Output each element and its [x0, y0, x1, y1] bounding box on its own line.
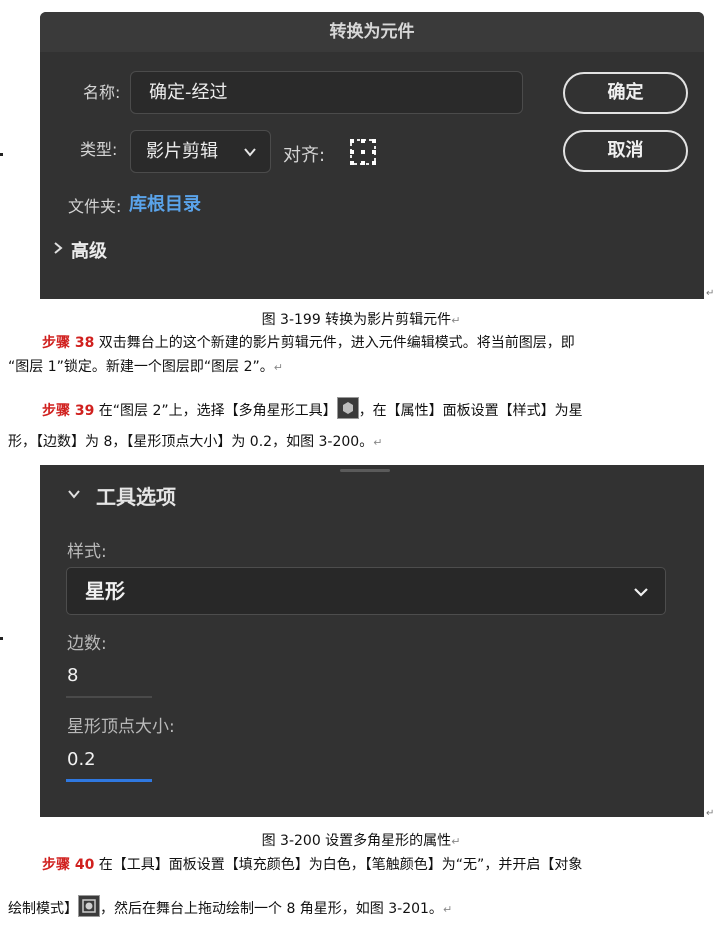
return-mark: ↵ [442, 903, 453, 916]
step-text: 在【工具】面板设置【填充颜色】为白色，【笔触颜色】为“无”，并开启【对象 [94, 857, 583, 873]
step-text: “图层 1”锁定。新建一个图层即“图层 2”。 [8, 359, 274, 375]
chevron-down-icon [634, 588, 648, 597]
return-mark: ↵ [706, 288, 715, 299]
star-point-size-input[interactable]: 0.2 [67, 749, 96, 770]
chevron-down-icon [244, 148, 256, 157]
folder-label: 文件夹: [68, 197, 122, 216]
object-drawing-mode-icon [78, 895, 100, 917]
margin-mark [0, 153, 3, 156]
polystar-tool-icon [336, 397, 359, 419]
dialog-title: 转换为元件 [40, 12, 704, 52]
style-select-value: 星形 [85, 579, 125, 603]
return-mark: ↵ [451, 314, 461, 327]
step-text: 双击舞台上的这个新建的影片剪辑元件，进入元件编辑模式。将当前图层，即 [94, 335, 575, 351]
step-text: 形，【边数】为 8，【星形顶点大小】为 0.2，如图 3-200。 [8, 434, 374, 450]
registration-grid-icon[interactable] [348, 137, 378, 167]
name-label: 名称: [83, 83, 121, 102]
step-label: 步骤 38 [42, 335, 95, 351]
type-label: 类型: [80, 140, 118, 159]
step-38-paragraph: 步骤 38 双击舞台上的这个新建的影片剪辑元件，进入元件编辑模式。将当前图层，即… [8, 331, 708, 380]
return-mark: ↵ [451, 835, 461, 848]
step-text: ，在【属性】面板设置【样式】为星 [358, 403, 583, 419]
panel-grip[interactable] [340, 469, 390, 472]
tool-options-panel: 工具选项 样式: 星形 边数: 8 星形顶点大小: 0.2 [40, 465, 704, 817]
star-point-size-label: 星形顶点大小: [67, 717, 175, 737]
chevron-right-icon[interactable] [52, 241, 64, 255]
style-select[interactable]: 星形 [66, 567, 666, 615]
step-text: ，然后在舞台上拖动绘制一个 8 角星形，如图 3-201。 [100, 901, 443, 917]
step-39-paragraph: 步骤 39 在“图层 2”上，选择【多角星形工具】 ，在【属性】面板设置【样式】为… [8, 397, 708, 455]
style-label: 样式: [67, 542, 107, 562]
figure-caption: 图 3-200 设置多角星形的属性↵ [0, 830, 722, 850]
step-text: 绘制模式】 [8, 901, 78, 917]
step-label: 步骤 40 [42, 857, 95, 873]
advanced-toggle[interactable]: 高级 [71, 237, 107, 263]
figure-caption: 图 3-199 转换为影片剪辑元件↵ [0, 309, 722, 329]
align-label: 对齐: [283, 145, 326, 166]
step-text: 在“图层 2”上，选择【多角星形工具】 [94, 403, 337, 419]
chevron-down-icon[interactable] [67, 488, 81, 500]
step-label: 步骤 39 [42, 403, 95, 419]
panel-title: 工具选项 [96, 485, 176, 509]
margin-mark [0, 637, 3, 640]
type-select[interactable]: 影片剪辑 [130, 130, 271, 173]
sides-underline [66, 696, 152, 698]
step-40-paragraph: 步骤 40 在【工具】面板设置【填充颜色】为白色，【笔触颜色】为“无”，并开启【… [8, 853, 708, 922]
cancel-button[interactable]: 取消 [563, 130, 688, 172]
star-point-size-underline [66, 779, 152, 782]
type-select-value: 影片剪辑 [146, 141, 218, 162]
convert-to-symbol-dialog: 转换为元件 名称: 确定-经过 类型: 影片剪辑 对齐: 确定 取消 文件夹: … [40, 12, 704, 299]
ok-button[interactable]: 确定 [563, 72, 688, 114]
sides-label: 边数: [67, 634, 107, 654]
folder-link[interactable]: 库根目录 [129, 190, 201, 216]
name-input[interactable]: 确定-经过 [130, 71, 523, 114]
return-mark: ↵ [373, 436, 383, 449]
return-mark: ↵ [706, 808, 715, 819]
sides-input[interactable]: 8 [67, 665, 78, 686]
caption-text: 图 3-200 设置多角星形的属性 [261, 833, 452, 849]
caption-text: 图 3-199 转换为影片剪辑元件 [261, 312, 452, 328]
return-mark: ↵ [273, 361, 283, 374]
